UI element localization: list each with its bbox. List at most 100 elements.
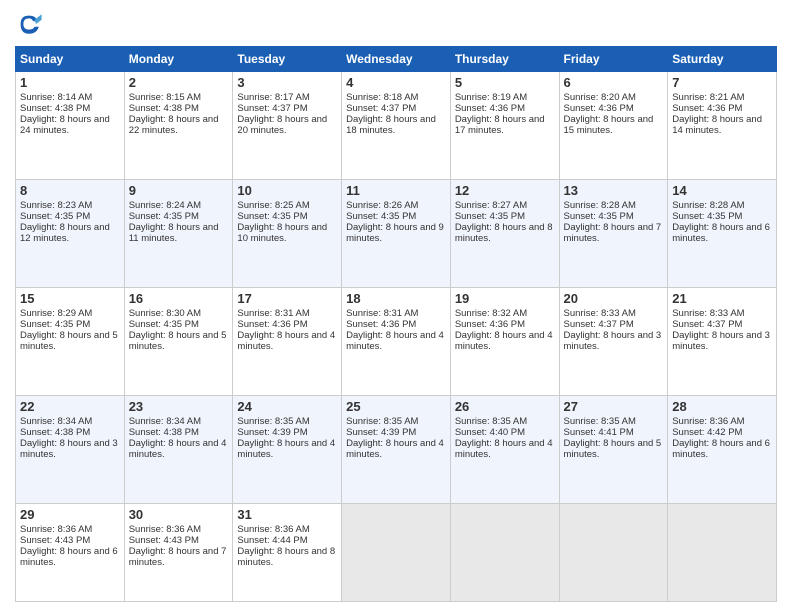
sunset-label: Sunset: 4:35 PM	[346, 211, 416, 222]
sunrise-label: Sunrise: 8:33 AM	[564, 308, 636, 319]
day-number: 5	[455, 75, 555, 90]
sunset-label: Sunset: 4:37 PM	[346, 103, 416, 114]
sunset-label: Sunset: 4:36 PM	[455, 319, 525, 330]
daylight-label: Daylight: 8 hours and 10 minutes.	[237, 222, 327, 244]
daylight-label: Daylight: 8 hours and 3 minutes.	[20, 438, 118, 460]
weekday-header: Sunday	[16, 47, 125, 72]
daylight-label: Daylight: 8 hours and 9 minutes.	[346, 222, 444, 244]
weekday-header: Friday	[559, 47, 668, 72]
sunrise-label: Sunrise: 8:32 AM	[455, 308, 527, 319]
sunrise-label: Sunrise: 8:36 AM	[129, 524, 201, 535]
calendar-cell: 29Sunrise: 8:36 AMSunset: 4:43 PMDayligh…	[16, 503, 125, 601]
daylight-label: Daylight: 8 hours and 4 minutes.	[346, 330, 444, 352]
sunrise-label: Sunrise: 8:35 AM	[237, 416, 309, 427]
sunset-label: Sunset: 4:36 PM	[564, 103, 634, 114]
daylight-label: Daylight: 8 hours and 4 minutes.	[455, 438, 553, 460]
sunset-label: Sunset: 4:35 PM	[129, 319, 199, 330]
day-number: 6	[564, 75, 664, 90]
sunrise-label: Sunrise: 8:36 AM	[237, 524, 309, 535]
daylight-label: Daylight: 8 hours and 4 minutes.	[129, 438, 227, 460]
day-number: 22	[20, 399, 120, 414]
day-number: 18	[346, 291, 446, 306]
day-number: 31	[237, 507, 337, 522]
calendar-cell: 12Sunrise: 8:27 AMSunset: 4:35 PMDayligh…	[450, 179, 559, 287]
daylight-label: Daylight: 8 hours and 4 minutes.	[237, 438, 335, 460]
day-number: 24	[237, 399, 337, 414]
calendar-cell: 3Sunrise: 8:17 AMSunset: 4:37 PMDaylight…	[233, 72, 342, 180]
daylight-label: Daylight: 8 hours and 24 minutes.	[20, 114, 110, 136]
sunrise-label: Sunrise: 8:19 AM	[455, 92, 527, 103]
sunrise-label: Sunrise: 8:35 AM	[455, 416, 527, 427]
calendar-cell: 23Sunrise: 8:34 AMSunset: 4:38 PMDayligh…	[124, 395, 233, 503]
sunrise-label: Sunrise: 8:23 AM	[20, 200, 92, 211]
day-number: 8	[20, 183, 120, 198]
sunrise-label: Sunrise: 8:28 AM	[672, 200, 744, 211]
calendar-cell	[342, 503, 451, 601]
weekday-header: Wednesday	[342, 47, 451, 72]
sunrise-label: Sunrise: 8:34 AM	[20, 416, 92, 427]
sunset-label: Sunset: 4:36 PM	[455, 103, 525, 114]
day-number: 21	[672, 291, 772, 306]
sunset-label: Sunset: 4:36 PM	[237, 319, 307, 330]
sunrise-label: Sunrise: 8:26 AM	[346, 200, 418, 211]
calendar-cell: 24 Sunrise: 8:35 AMSunset: 4:39 PMDayligh…	[233, 395, 342, 503]
sunrise-label: Sunrise: 8:34 AM	[129, 416, 201, 427]
sunset-label: Sunset: 4:35 PM	[455, 211, 525, 222]
daylight-label: Daylight: 8 hours and 17 minutes.	[455, 114, 545, 136]
sunset-label: Sunset: 4:36 PM	[672, 103, 742, 114]
calendar-body: 1Sunrise: 8:14 AMSunset: 4:38 PMDaylight…	[16, 72, 777, 602]
sunset-label: Sunset: 4:35 PM	[672, 211, 742, 222]
daylight-label: Daylight: 8 hours and 6 minutes.	[672, 438, 770, 460]
sunset-label: Sunset: 4:39 PM	[237, 427, 307, 438]
day-number: 29	[20, 507, 120, 522]
calendar-cell: 27Sunrise: 8:35 AMSunset: 4:41 PMDayligh…	[559, 395, 668, 503]
page: SundayMondayTuesdayWednesdayThursdayFrid…	[0, 0, 792, 612]
day-number: 19	[455, 291, 555, 306]
sunrise-label: Sunrise: 8:24 AM	[129, 200, 201, 211]
day-number: 4	[346, 75, 446, 90]
calendar-cell	[559, 503, 668, 601]
sunset-label: Sunset: 4:35 PM	[20, 319, 90, 330]
sunrise-label: Sunrise: 8:17 AM	[237, 92, 309, 103]
daylight-label: Daylight: 8 hours and 5 minutes.	[20, 330, 118, 352]
sunrise-label: Sunrise: 8:31 AM	[346, 308, 418, 319]
sunset-label: Sunset: 4:38 PM	[20, 427, 90, 438]
calendar-cell: 20Sunrise: 8:33 AMSunset: 4:37 PMDayligh…	[559, 287, 668, 395]
sunset-label: Sunset: 4:43 PM	[129, 535, 199, 546]
day-number: 13	[564, 183, 664, 198]
sunset-label: Sunset: 4:35 PM	[237, 211, 307, 222]
weekday-header: Monday	[124, 47, 233, 72]
calendar-cell	[450, 503, 559, 601]
sunrise-label: Sunrise: 8:35 AM	[564, 416, 636, 427]
calendar-cell: 18 Sunrise: 8:31 AMSunset: 4:36 PMDayligh…	[342, 287, 451, 395]
daylight-label: Daylight: 8 hours and 4 minutes.	[346, 438, 444, 460]
sunrise-label: Sunrise: 8:36 AM	[20, 524, 92, 535]
header	[15, 10, 777, 38]
sunrise-label: Sunrise: 8:21 AM	[672, 92, 744, 103]
daylight-label: Daylight: 8 hours and 14 minutes.	[672, 114, 762, 136]
day-number: 27	[564, 399, 664, 414]
logo-icon	[15, 10, 43, 38]
calendar-cell: 9Sunrise: 8:24 AMSunset: 4:35 PMDaylight…	[124, 179, 233, 287]
daylight-label: Daylight: 8 hours and 4 minutes.	[237, 330, 335, 352]
daylight-label: Daylight: 8 hours and 3 minutes.	[672, 330, 770, 352]
sunrise-label: Sunrise: 8:14 AM	[20, 92, 92, 103]
day-number: 16	[129, 291, 229, 306]
day-number: 9	[129, 183, 229, 198]
sunrise-label: Sunrise: 8:31 AM	[237, 308, 309, 319]
calendar-cell: 5 Sunrise: 8:19 AMSunset: 4:36 PMDaylight…	[450, 72, 559, 180]
sunset-label: Sunset: 4:44 PM	[237, 535, 307, 546]
daylight-label: Daylight: 8 hours and 5 minutes.	[564, 438, 662, 460]
calendar-cell: 26Sunrise: 8:35 AMSunset: 4:40 PMDayligh…	[450, 395, 559, 503]
calendar-cell: 31Sunrise: 8:36 AMSunset: 4:44 PMDayligh…	[233, 503, 342, 601]
sunset-label: Sunset: 4:36 PM	[346, 319, 416, 330]
calendar-cell: 21Sunrise: 8:33 AMSunset: 4:37 PMDayligh…	[668, 287, 777, 395]
sunrise-label: Sunrise: 8:29 AM	[20, 308, 92, 319]
daylight-label: Daylight: 8 hours and 11 minutes.	[129, 222, 219, 244]
sunset-label: Sunset: 4:35 PM	[564, 211, 634, 222]
calendar-cell: 14Sunrise: 8:28 AMSunset: 4:35 PMDayligh…	[668, 179, 777, 287]
sunrise-label: Sunrise: 8:27 AM	[455, 200, 527, 211]
calendar-cell: 25Sunrise: 8:35 AMSunset: 4:39 PMDayligh…	[342, 395, 451, 503]
calendar-cell: 15Sunrise: 8:29 AMSunset: 4:35 PMDayligh…	[16, 287, 125, 395]
daylight-label: Daylight: 8 hours and 7 minutes.	[564, 222, 662, 244]
